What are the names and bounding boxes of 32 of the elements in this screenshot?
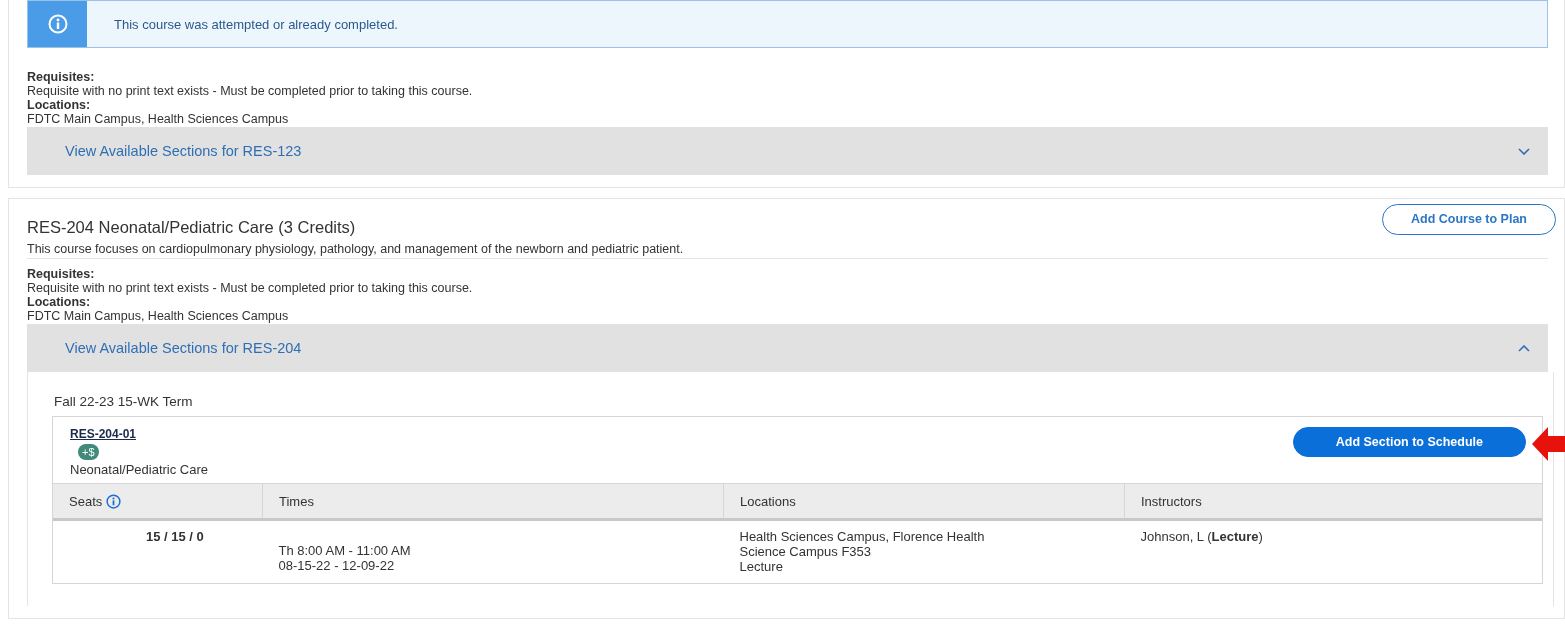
- column-header: Times: [279, 494, 314, 509]
- locations-label: Locations:: [27, 98, 92, 112]
- location-text: Health Sciences Campus, Florence Health: [739, 529, 986, 544]
- locations-text: FDTC Main Campus, Health Sciences Campus: [27, 309, 290, 323]
- sections-toggle[interactable]: View Available Sections for RES-123: [27, 127, 1548, 175]
- section-name: Neonatal/Pediatric Care: [70, 462, 209, 477]
- fee-badge: +$: [78, 444, 99, 460]
- course-description: This course focuses on cardiopulmonary physiology, pathology, and management of the newborn and pediatric patient.: [27, 242, 684, 256]
- meeting-time: Th 8:00 AM - 11:00 AM: [278, 543, 412, 558]
- add-course-button[interactable]: Add Course to Plan: [1382, 204, 1556, 235]
- requisites-label: Requisites:: [27, 70, 96, 84]
- requisites-label: Requisites:: [27, 267, 96, 281]
- seats-count: 15 / 15 / 0: [146, 529, 204, 544]
- requisites-text: Requisite with no print text exists - Must be completed prior to taking this course.: [27, 281, 474, 295]
- instructor-text: Johnson, L (Lecture): [1140, 529, 1264, 544]
- section-link[interactable]: RES-204-01: [70, 427, 137, 441]
- info-icon: [47, 14, 68, 34]
- term-title: Fall 22-23 15-WK Term: [54, 394, 194, 409]
- course-title: RES-204 Neonatal/Pediatric Care (3 Credits): [27, 218, 357, 237]
- locations-text: FDTC Main Campus, Health Sciences Campus: [27, 112, 290, 126]
- sections-toggle[interactable]: View Available Sections for RES-204: [27, 324, 1548, 372]
- meeting-time: 08-15-22 - 12-09-22: [278, 558, 396, 573]
- locations-label: Locations:: [27, 295, 92, 309]
- add-section-button[interactable]: Add Section to Schedule: [1292, 427, 1526, 457]
- notice-text: This course was attempted or already completed.: [114, 16, 398, 32]
- column-header: Locations: [740, 494, 796, 509]
- location-text: Science Campus F353: [739, 544, 872, 559]
- info-icon: [106, 494, 122, 509]
- requisites-text: Requisite with no print text exists - Must be completed prior to taking this course.: [27, 84, 474, 98]
- column-header: Instructors: [1141, 494, 1202, 509]
- location-text: Lecture: [739, 559, 784, 574]
- column-header: Seats: [69, 494, 103, 509]
